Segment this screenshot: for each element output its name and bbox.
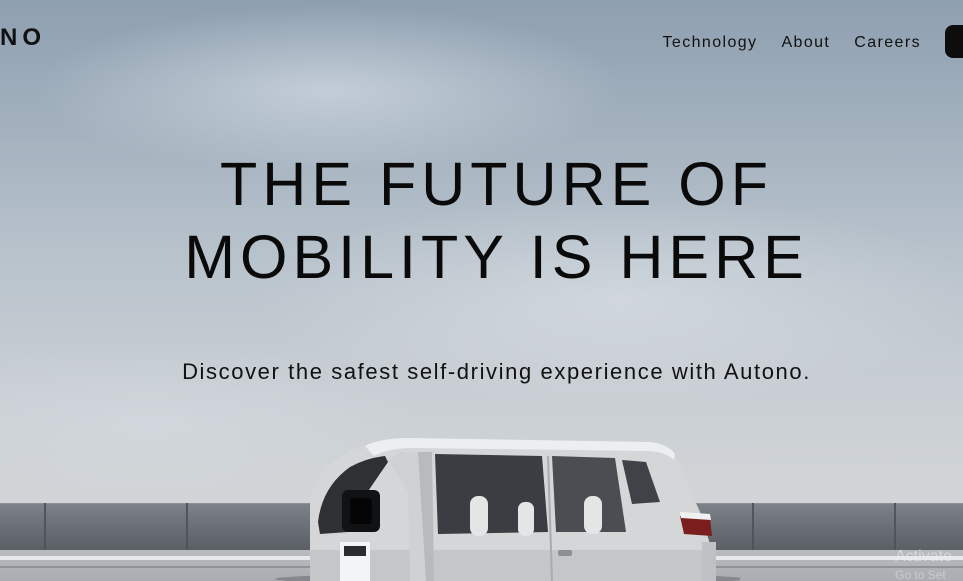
brand-logo[interactable]: NO [0, 24, 46, 52]
main-nav: Technology About Careers [663, 25, 963, 58]
wall-seam [186, 503, 188, 550]
nav-link-careers[interactable]: Careers [854, 33, 921, 53]
nav-link-about[interactable]: About [781, 33, 830, 53]
hero-headline-line1: THE FUTURE OF [220, 150, 773, 218]
hero-subheadline: Discover the safest self-driving experie… [182, 359, 811, 384]
hero-headline: THE FUTURE OF MOBILITY IS HERE [0, 148, 963, 294]
hero-headline-line2: MOBILITY IS HERE [184, 223, 809, 291]
wall-seam [752, 503, 754, 550]
os-activation-watermark: Activate [895, 548, 952, 565]
wall-seam [894, 503, 896, 550]
nav-link-technology[interactable]: Technology [663, 33, 758, 53]
nav-cta-button[interactable] [945, 25, 963, 58]
os-activation-watermark-sub: Go to Set [895, 568, 946, 581]
wall-seam [44, 503, 46, 550]
autonomous-vehicle-image [275, 438, 740, 581]
